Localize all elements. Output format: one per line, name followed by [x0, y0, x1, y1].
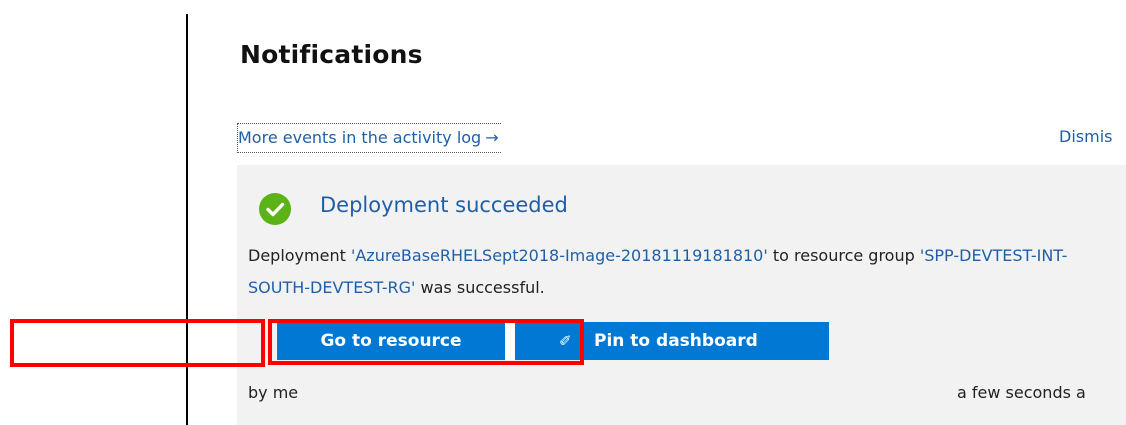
activity-log-link[interactable]: More events in the activity log →	[237, 123, 501, 153]
highlight-box-left	[10, 319, 265, 367]
arrow-right-icon: →	[485, 128, 499, 147]
dismiss-all-link[interactable]: Dismis	[1059, 123, 1112, 151]
message-prefix: Deployment	[248, 246, 351, 265]
page-title: Notifications	[240, 40, 423, 69]
notification-message: Deployment 'AzureBaseRHELSept2018-Image-…	[248, 240, 1108, 304]
checkmark-circle-icon	[259, 193, 291, 225]
notification-timestamp: a few seconds a	[957, 383, 1086, 402]
notification-author: by me	[248, 383, 299, 402]
highlight-box-buttons	[268, 319, 584, 365]
notification-title: Deployment succeeded	[320, 193, 568, 217]
pin-to-dashboard-label: Pin to dashboard	[594, 331, 758, 351]
activity-log-link-label: More events in the activity log	[238, 128, 482, 147]
notifications-page: Notifications More events in the activit…	[0, 0, 1126, 425]
deployment-name-link[interactable]: 'AzureBaseRHELSept2018-Image-20181119181…	[351, 246, 768, 265]
message-mid: to resource group	[767, 246, 920, 265]
message-suffix: was successful.	[415, 278, 545, 297]
